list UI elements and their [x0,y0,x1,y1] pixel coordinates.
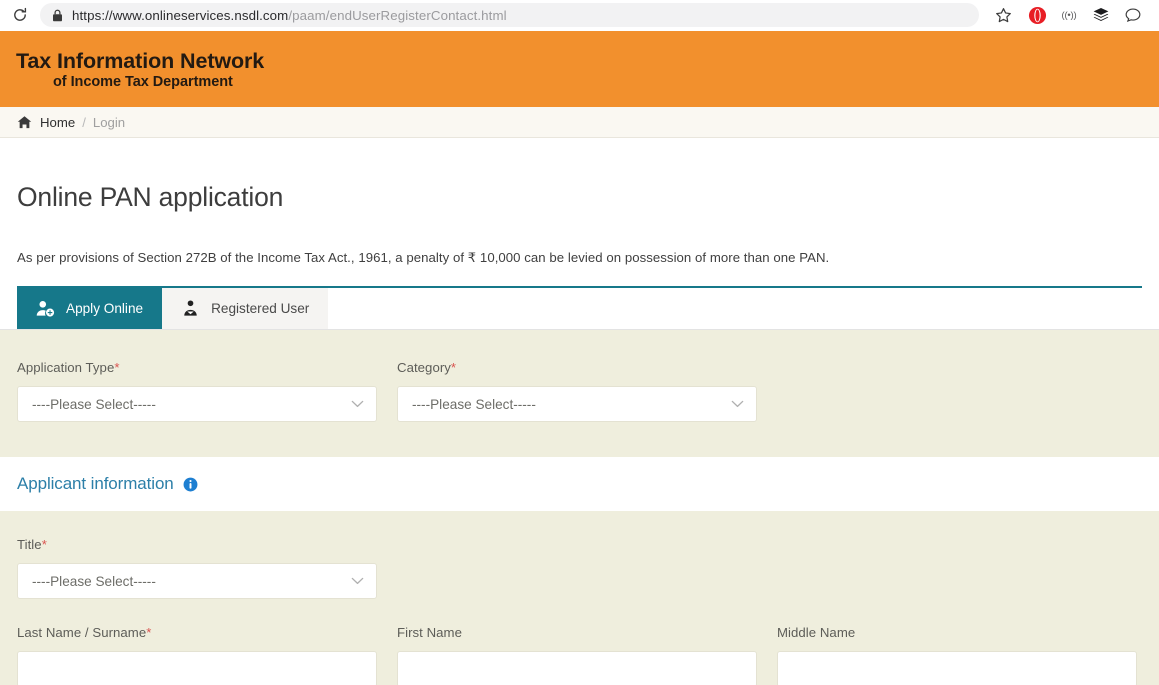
browser-toolbar: https://www.onlineservices.nsdl.com/paam… [0,0,1159,31]
last-name-input[interactable] [17,651,377,685]
application-type-field: Application Type* ----Please Select----- [17,360,377,422]
user-plus-icon [36,300,55,317]
vpn-badge-label: ((•)) [1061,9,1077,21]
url-path: /paam/endUserRegisterContact.html [288,7,507,23]
address-bar-url: https://www.onlineservices.nsdl.com/paam… [72,8,507,23]
applicant-information-panel: Title* ----Please Select----- Last Name … [0,511,1159,685]
bookmark-star-icon[interactable] [985,2,1021,28]
application-details-row: Application Type* ----Please Select-----… [17,360,1142,422]
address-bar[interactable]: https://www.onlineservices.nsdl.com/paam… [40,3,979,27]
category-value: ----Please Select----- [412,396,536,412]
application-type-select[interactable]: ----Please Select----- [17,386,377,422]
workspaces-stack-icon[interactable] [1085,2,1117,28]
tab-apply-online-label: Apply Online [66,301,144,316]
user-check-icon [181,300,200,317]
penalty-notice: As per provisions of Section 272B of the… [17,250,830,265]
breadcrumb-separator: / [82,114,86,130]
tab-registered-user[interactable]: Registered User [162,288,329,329]
title-value: ----Please Select----- [32,573,156,589]
category-field: Category* ----Please Select----- [397,360,757,422]
title-row: Title* ----Please Select----- [17,537,1142,599]
lock-icon [52,9,63,22]
tab-apply-online[interactable]: Apply Online [17,288,163,329]
breadcrumb-home-link[interactable]: Home [40,115,75,130]
home-icon[interactable] [17,115,32,129]
required-asterisk: * [146,625,152,640]
first-name-input[interactable] [397,651,757,685]
required-asterisk: * [450,360,457,375]
required-asterisk: * [41,537,47,552]
info-circle-icon[interactable] [183,477,198,492]
middle-name-label: Middle Name [777,625,856,640]
opera-logo-icon[interactable] [1021,2,1053,28]
name-row: Last Name / Surname* First Name Middle N… [17,625,1142,685]
title-label: Title* [17,537,47,552]
page-content: Online PAN application As per provisions… [0,138,1159,685]
tab-registered-user-label: Registered User [211,301,310,316]
application-type-value: ----Please Select----- [32,396,156,412]
tab-strip: Apply Online Registered User [0,288,1159,330]
applicant-information-heading-panel: Applicant information [0,457,1159,511]
required-asterisk: * [114,360,120,375]
chevron-down-icon [731,400,744,408]
messenger-chat-icon[interactable] [1117,2,1149,28]
category-label: Category* [397,360,457,375]
brand-subtitle: of Income Tax Department [53,74,233,91]
middle-name-field: Middle Name [777,625,1137,685]
title-select[interactable]: ----Please Select----- [17,563,377,599]
browser-toolbar-icons: ((•)) [985,2,1149,28]
tab-strip-underline [0,329,1159,330]
last-name-label: Last Name / Surname* [17,625,152,640]
category-select[interactable]: ----Please Select----- [397,386,757,422]
chevron-down-icon [351,400,364,408]
first-name-field: First Name [397,625,757,685]
brand-title: Tax Information Network [16,49,265,73]
first-name-label: First Name [397,625,462,640]
application-details-panel: Application Type* ----Please Select-----… [0,330,1159,457]
site-header: Tax Information Network of Income Tax De… [0,31,1159,107]
breadcrumb: Home / Login [0,107,1159,138]
reload-icon[interactable] [8,3,32,27]
application-type-label: Application Type* [17,360,120,375]
applicant-information-label: Applicant information [17,474,174,493]
breadcrumb-current: Login [92,114,126,130]
applicant-information-heading: Applicant information [17,474,1142,494]
site-logo[interactable]: Tax Information Network of Income Tax De… [16,49,264,90]
url-host: https://www.onlineservices.nsdl.com [72,7,289,23]
page-title: Online PAN application [17,182,284,212]
chevron-down-icon [351,577,364,585]
last-name-field: Last Name / Surname* [17,625,377,685]
vpn-badge-icon[interactable]: ((•)) [1053,2,1085,28]
title-field: Title* ----Please Select----- [17,537,377,599]
middle-name-input[interactable] [777,651,1137,685]
